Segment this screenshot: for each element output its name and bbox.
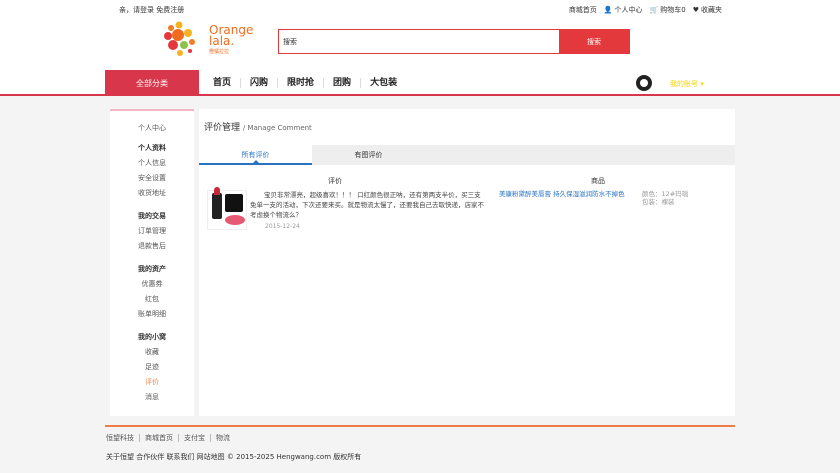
sidebar-group-profile: 个人资料 个人信息 安全设置 收货地址 xyxy=(110,143,194,201)
logo-text: Orange lala. xyxy=(209,23,254,48)
top-bar: 亲，请登录 免费注册 商城首页 👤 个人中心 🛒 购物车0 ♥ 收藏夹 xyxy=(0,0,840,18)
sidebar-group-title: 我的小窝 xyxy=(138,333,166,341)
product-spec: 颜色：12#玛瑙 包装：裸装 xyxy=(642,190,688,206)
site-logo[interactable]: Orange lala. 橙橘拉拉 xyxy=(161,20,254,62)
avatar[interactable] xyxy=(636,75,652,91)
sidebar-item-security[interactable]: 安全设置 xyxy=(110,171,194,186)
review-date: 2015-12-24 xyxy=(265,223,300,230)
column-header-product: 商品 xyxy=(591,177,605,185)
login-greeting[interactable]: 亲，请登录 免费注册 xyxy=(119,5,184,15)
search-button[interactable]: 搜索 xyxy=(559,30,629,53)
sidebar-group-nest: 我的小窝 收藏 足迹 评价 消息 xyxy=(110,332,194,405)
package-image xyxy=(225,194,243,212)
footer-link-company[interactable]: 恒望科技 xyxy=(106,434,139,442)
top-link-profile[interactable]: 👤 个人中心 xyxy=(604,5,643,15)
logo-dots-icon xyxy=(164,21,195,56)
sidebar: 个人中心 个人资料 个人信息 安全设置 收货地址 我的交易 订单管理 退款售后 … xyxy=(110,109,194,416)
top-link-home[interactable]: 商城首页 xyxy=(569,5,597,15)
heart-icon: ♥ xyxy=(692,6,699,14)
sidebar-group-assets: 我的资产 优惠券 红包 账单明细 xyxy=(110,264,194,322)
product-thumbnail[interactable] xyxy=(207,187,247,230)
footer-links: 恒望科技 商城首页 支付宝 物流 xyxy=(106,434,235,442)
page-title: 评价管理 / Manage Comment xyxy=(204,120,312,133)
logo-subtitle: 橙橘拉拉 xyxy=(209,49,230,55)
sidebar-item-bills[interactable]: 账单明细 xyxy=(110,307,194,322)
nav-links: 首页 闪购 限时抢 团购 大包装 xyxy=(205,78,406,88)
tab-all-reviews[interactable]: 所有评价 xyxy=(199,145,312,165)
sidebar-item-reviews[interactable]: 评价 xyxy=(110,375,194,390)
top-links: 商城首页 👤 个人中心 🛒 购物车0 ♥ 收藏夹 xyxy=(569,5,722,15)
top-link-cart[interactable]: 🛒 购物车0 xyxy=(650,5,686,15)
table-row: 宝贝非常漂亮，超级喜欢！！！ 口红颜色很正呐，还有第两支半价，买三支免单一支的活… xyxy=(199,187,735,237)
search-input[interactable] xyxy=(279,30,559,53)
sidebar-item-refund[interactable]: 退款售后 xyxy=(110,239,194,254)
footer-divider xyxy=(105,425,735,427)
user-icon: 👤 xyxy=(603,6,613,14)
lipstick-image xyxy=(212,187,222,219)
top-link-profile-label: 个人中心 xyxy=(614,6,643,14)
main-area: 个人中心 个人资料 个人信息 安全设置 收货地址 我的交易 订单管理 退款售后 … xyxy=(110,109,735,416)
product-package: 包装：裸装 xyxy=(642,198,675,206)
footer-link-home[interactable]: 商城首页 xyxy=(139,434,178,442)
cart-icon: 🛒 xyxy=(649,6,659,14)
user-account-menu[interactable]: 我的账号 ▾ xyxy=(670,79,704,89)
top-link-cart-label: 购物车0 xyxy=(660,6,686,14)
header: Orange lala. 橙橘拉拉 搜索 xyxy=(0,18,840,70)
nav-link-flash[interactable]: 闪购 xyxy=(240,78,277,88)
tab-photo-reviews[interactable]: 有图评价 xyxy=(312,145,425,165)
review-panel: 评价管理 / Manage Comment 所有评价 有图评价 评价 商品 宝贝… xyxy=(199,109,735,416)
top-link-favorites[interactable]: ♥ 收藏夹 xyxy=(693,5,722,15)
sidebar-home-group: 个人中心 xyxy=(110,121,194,136)
sidebar-item-home[interactable]: 个人中心 xyxy=(110,121,194,136)
review-tabs: 所有评价 有图评价 xyxy=(199,145,735,165)
top-link-favorites-label: 收藏夹 xyxy=(701,6,722,14)
footer-link-logistics[interactable]: 物流 xyxy=(210,434,235,442)
sidebar-item-favorites[interactable]: 收藏 xyxy=(110,345,194,360)
sidebar-group-title: 我的交易 xyxy=(138,212,166,220)
lips-image xyxy=(225,215,245,225)
page-subtitle: / Manage Comment xyxy=(242,124,312,132)
sidebar-item-address[interactable]: 收货地址 xyxy=(110,186,194,201)
column-header-review: 评价 xyxy=(328,177,342,185)
nav-link-bulk[interactable]: 大包装 xyxy=(360,78,406,88)
sidebar-group-title: 个人资料 xyxy=(138,144,166,152)
copyright: 关于恒望 合作伙伴 联系我们 网站地图 © 2015-2025 Hengwang… xyxy=(106,453,362,461)
sidebar-group-title: 我的资产 xyxy=(138,265,166,273)
page-title-text: 评价管理 xyxy=(204,123,241,133)
sidebar-group-trade: 我的交易 订单管理 退款售后 xyxy=(110,211,194,254)
nav-link-limited[interactable]: 限时抢 xyxy=(277,78,323,88)
nav-link-group[interactable]: 团购 xyxy=(323,78,360,88)
footer-link-alipay[interactable]: 支付宝 xyxy=(178,434,210,442)
sidebar-item-messages[interactable]: 消息 xyxy=(110,390,194,405)
sidebar-item-redpacket[interactable]: 红包 xyxy=(110,292,194,307)
product-color: 颜色：12#玛瑙 xyxy=(642,190,689,198)
search-bar: 搜索 xyxy=(278,29,630,54)
all-categories-button[interactable]: 全部分类 xyxy=(105,70,199,96)
sidebar-item-orders[interactable]: 订单管理 xyxy=(110,224,194,239)
review-text: 宝贝非常漂亮，超级喜欢！！！ 口红颜色很正呐，还有第两支半价，买三支免单一支的活… xyxy=(250,191,484,219)
sidebar-item-info[interactable]: 个人信息 xyxy=(110,156,194,171)
sidebar-item-coupons[interactable]: 优惠券 xyxy=(110,277,194,292)
nav-link-home[interactable]: 首页 xyxy=(205,78,240,88)
main-nav: 全部分类 首页 闪购 限时抢 团购 大包装 我的账号 ▾ xyxy=(0,70,840,96)
sidebar-item-footprint[interactable]: 足迹 xyxy=(110,360,194,375)
footer: 恒望科技 商城首页 支付宝 物流 关于恒望 合作伙伴 联系我们 网站地图 © 2… xyxy=(0,425,840,473)
product-link[interactable]: 美康粉黛醉美唇膏 持久保湿滋润防水不掉色 xyxy=(499,190,639,198)
